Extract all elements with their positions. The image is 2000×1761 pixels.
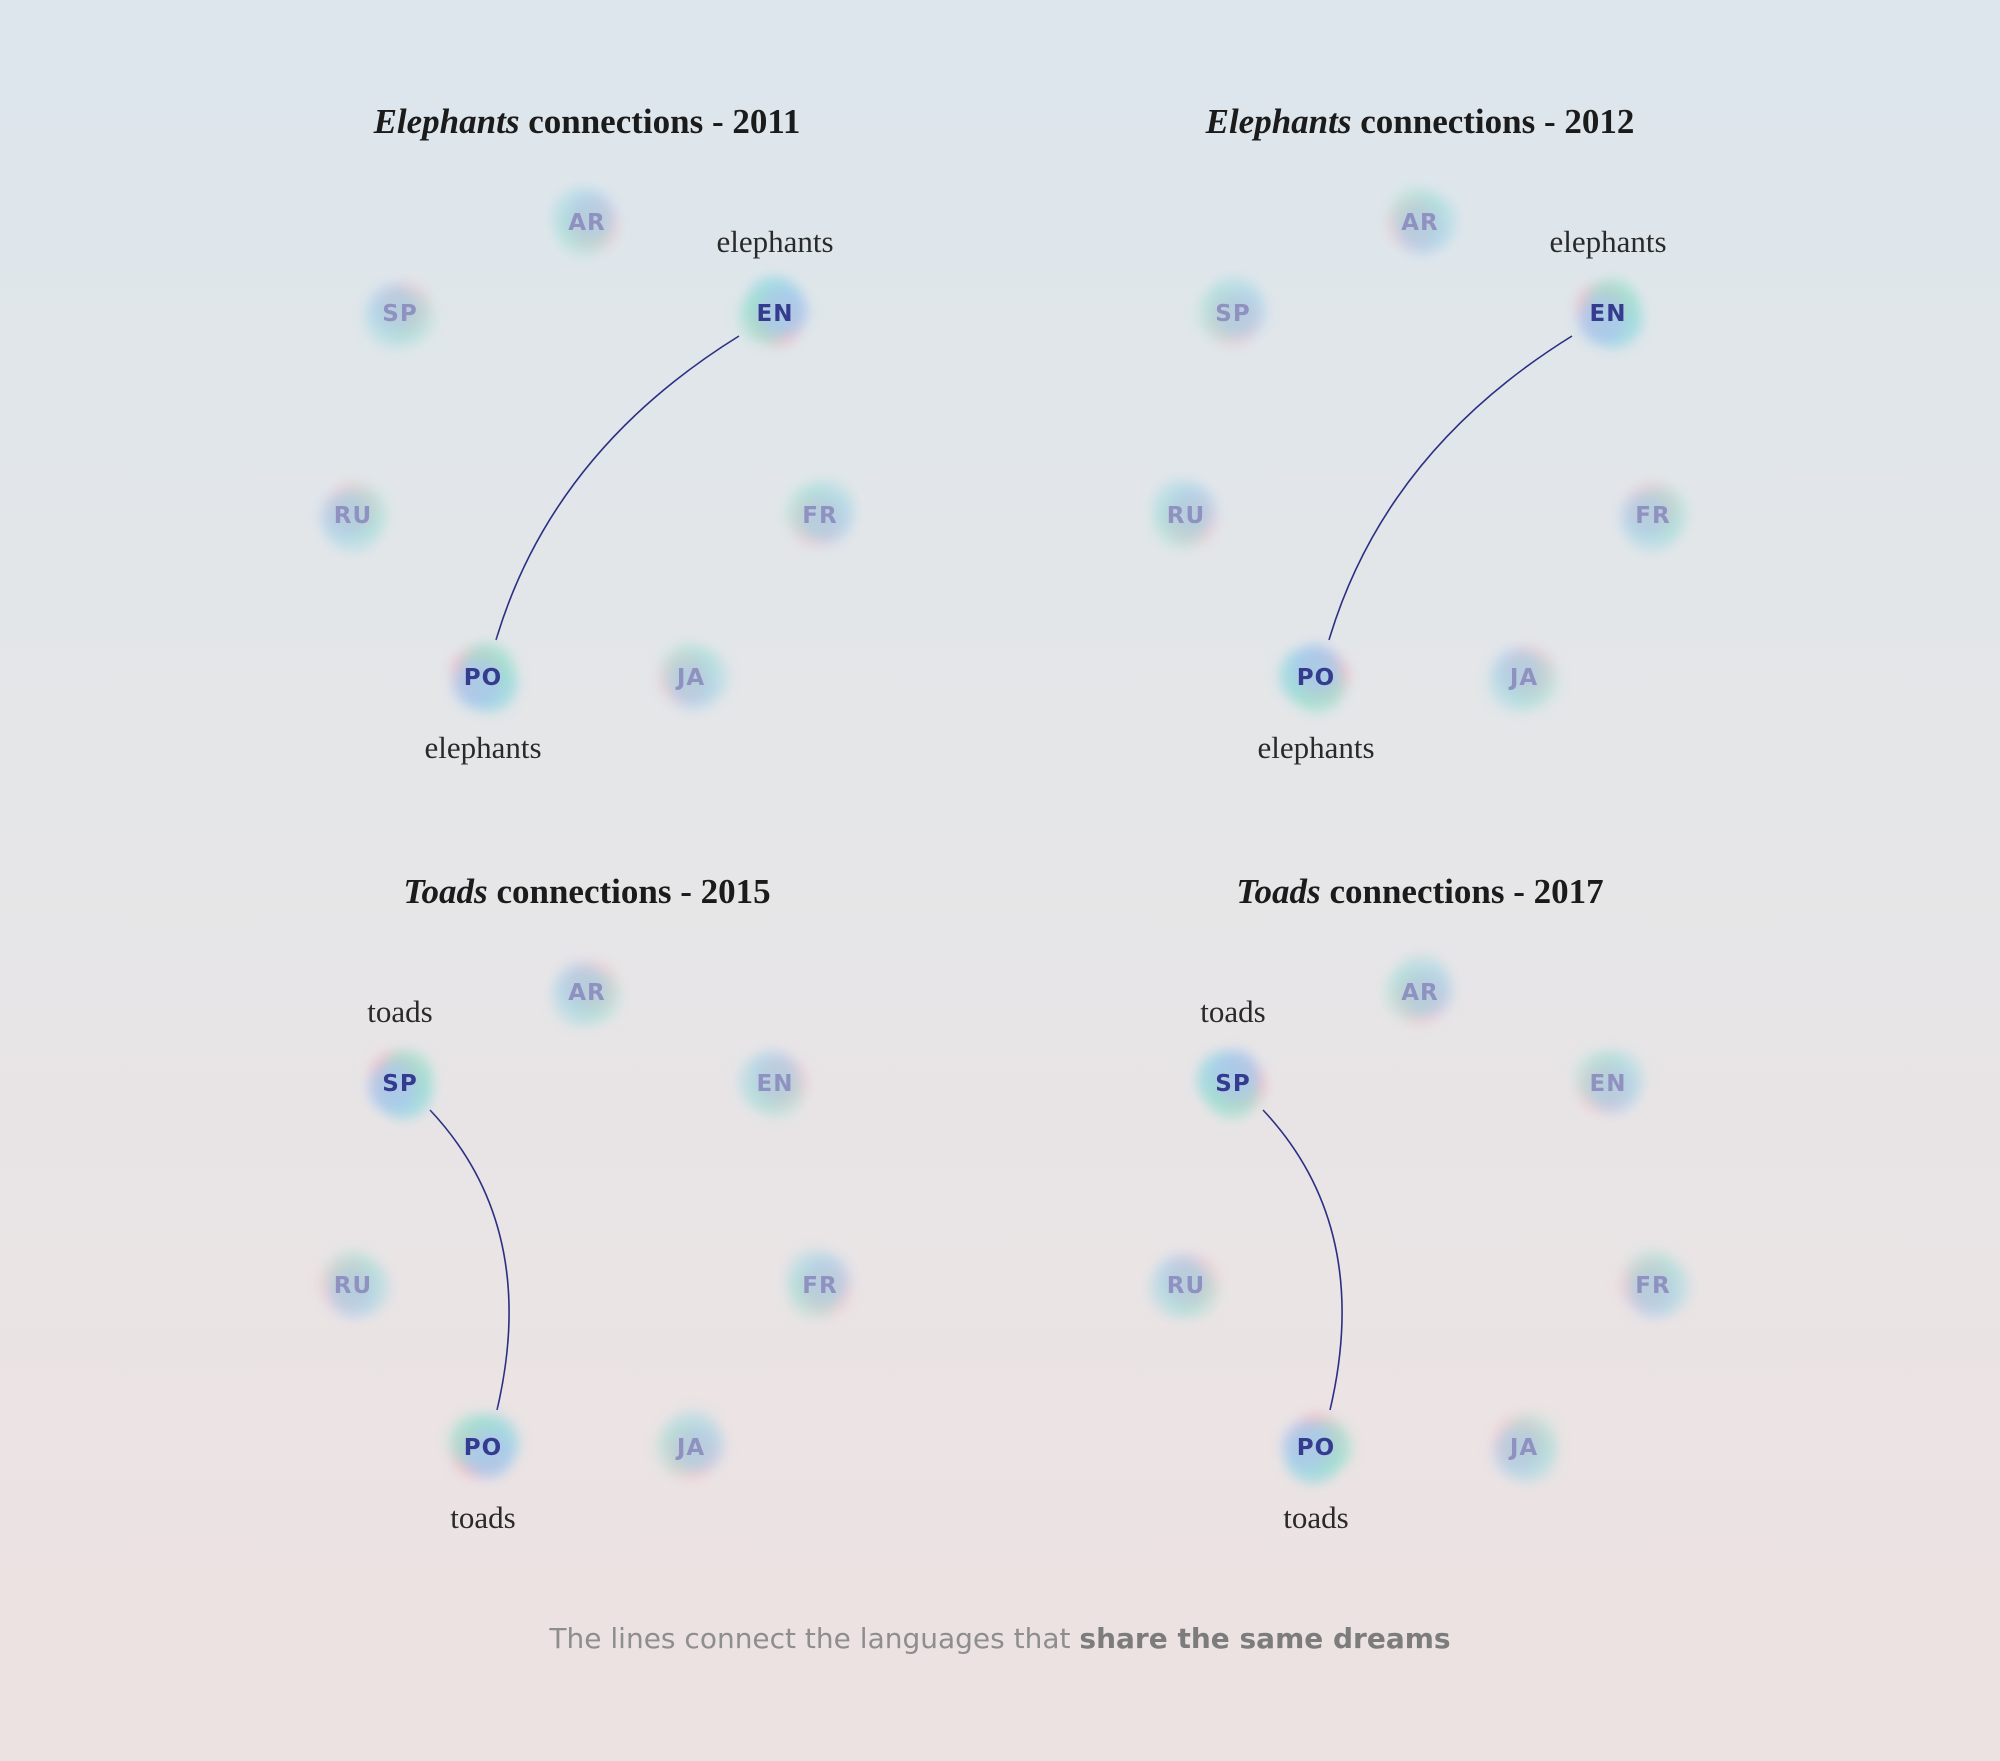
language-node-ar: AR (1384, 955, 1454, 1026)
language-node-ja: JA (1488, 645, 1559, 711)
language-node-sp: SP (1197, 276, 1267, 347)
language-code: AR (1401, 210, 1439, 236)
panel-title-word: Toads (1236, 872, 1320, 911)
language-code: EN (757, 301, 794, 327)
language-code: SP (382, 301, 417, 327)
language-node-sp: SP (368, 1049, 433, 1120)
language-code: JA (675, 1435, 705, 1461)
panel-title: Toads connections - 2017 (1236, 872, 1603, 911)
language-node-fr: FR (785, 480, 855, 547)
language-code: SP (1215, 1071, 1250, 1097)
language-node-en: EN (738, 1049, 809, 1119)
language-code: PO (464, 1435, 502, 1461)
language-node-po: PO (1279, 643, 1350, 713)
language-code: JA (1508, 665, 1538, 691)
language-code: RU (1167, 1273, 1205, 1299)
to-word-label: elephants (424, 730, 541, 765)
language-node-ru: RU (319, 1249, 390, 1319)
language-code: AR (568, 210, 606, 236)
language-node-fr: FR (1619, 1249, 1690, 1319)
from-word-label: toads (1200, 994, 1265, 1029)
language-code: FR (802, 503, 837, 529)
from-word-label: toads (367, 994, 432, 1029)
language-node-en: EN (1576, 278, 1643, 348)
dream-connections-diagram: Elephants connections - 2011 AR EN FR JA PO RU… (319, 102, 1690, 1655)
language-node-fr: FR (786, 1249, 852, 1319)
language-code: RU (334, 1273, 372, 1299)
language-node-ru: RU (1149, 1252, 1219, 1319)
language-code: FR (802, 1273, 837, 1299)
connection-line (1328, 335, 1573, 641)
language-code: PO (1297, 665, 1335, 691)
panel-title: Elephants connections - 2011 (373, 102, 801, 141)
panel-title-rest: connections - 2015 (488, 872, 771, 911)
language-node-ar: AR (552, 188, 619, 257)
panel-title-rest: connections - 2011 (519, 102, 800, 141)
language-node-ja: JA (1492, 1413, 1557, 1484)
connection-panel: Toads connections - 2017 AR EN FR JA PO RU SP to… (1149, 872, 1690, 1535)
language-code: FR (1635, 503, 1670, 529)
connection-line (495, 335, 740, 641)
to-word-label: toads (1283, 1500, 1348, 1535)
language-code: FR (1635, 1273, 1670, 1299)
panel-title-word: Elephants (1205, 102, 1352, 141)
panel-title: Elephants connections - 2012 (1205, 102, 1635, 141)
language-node-po: PO (1282, 1414, 1352, 1484)
language-node-ru: RU (319, 481, 389, 552)
language-code: PO (1297, 1435, 1335, 1461)
connection-panel: Elephants connections - 2012 AR EN FR JA PO RU… (1152, 102, 1689, 765)
language-node-ja: JA (655, 1410, 725, 1481)
language-code: PO (464, 665, 502, 691)
language-code: AR (568, 980, 606, 1006)
language-code: EN (1590, 1071, 1627, 1097)
language-code: EN (757, 1071, 794, 1097)
connection-panel: Toads connections - 2015 AR EN FR JA PO RU SP to… (319, 872, 852, 1535)
language-code: SP (382, 1071, 417, 1097)
language-node-sp: SP (1196, 1049, 1266, 1119)
from-word-label: elephants (716, 224, 833, 259)
language-node-ru: RU (1152, 479, 1218, 549)
panel-title: Toads connections - 2015 (403, 872, 770, 911)
language-node-po: PO (449, 1414, 519, 1479)
language-node-en: EN (1574, 1050, 1644, 1115)
language-code: EN (1590, 301, 1627, 327)
footer-note: The lines connect the languages that sha… (548, 1622, 1450, 1655)
footer-text: The lines connect the languages that (548, 1622, 1079, 1655)
to-word-label: elephants (1257, 730, 1374, 765)
to-word-label: toads (450, 1500, 515, 1535)
connection-panel: Elephants connections - 2011 AR EN FR JA PO RU… (319, 102, 855, 765)
panel-title-word: Elephants (373, 102, 520, 141)
language-node-fr: FR (1619, 481, 1689, 552)
language-node-sp: SP (364, 281, 435, 347)
language-code: SP (1215, 301, 1250, 327)
language-code: AR (1401, 980, 1439, 1006)
language-node-en: EN (740, 276, 809, 346)
language-node-ar: AR (1387, 186, 1457, 256)
from-word-label: elephants (1549, 224, 1666, 259)
language-code: JA (1508, 1435, 1538, 1461)
connection-line (1262, 1109, 1343, 1411)
language-code: RU (334, 503, 372, 529)
language-node-ja: JA (658, 641, 728, 711)
language-node-po: PO (451, 642, 518, 712)
footer-strong: share the same dreams (1079, 1622, 1450, 1655)
language-code: RU (1167, 503, 1205, 529)
panel-title-rest: connections - 2017 (1321, 872, 1604, 911)
connection-line (429, 1109, 510, 1411)
panel-title-word: Toads (403, 872, 487, 911)
language-node-ar: AR (551, 960, 622, 1026)
language-code: JA (675, 665, 705, 691)
panel-title-rest: connections - 2012 (1351, 102, 1634, 141)
